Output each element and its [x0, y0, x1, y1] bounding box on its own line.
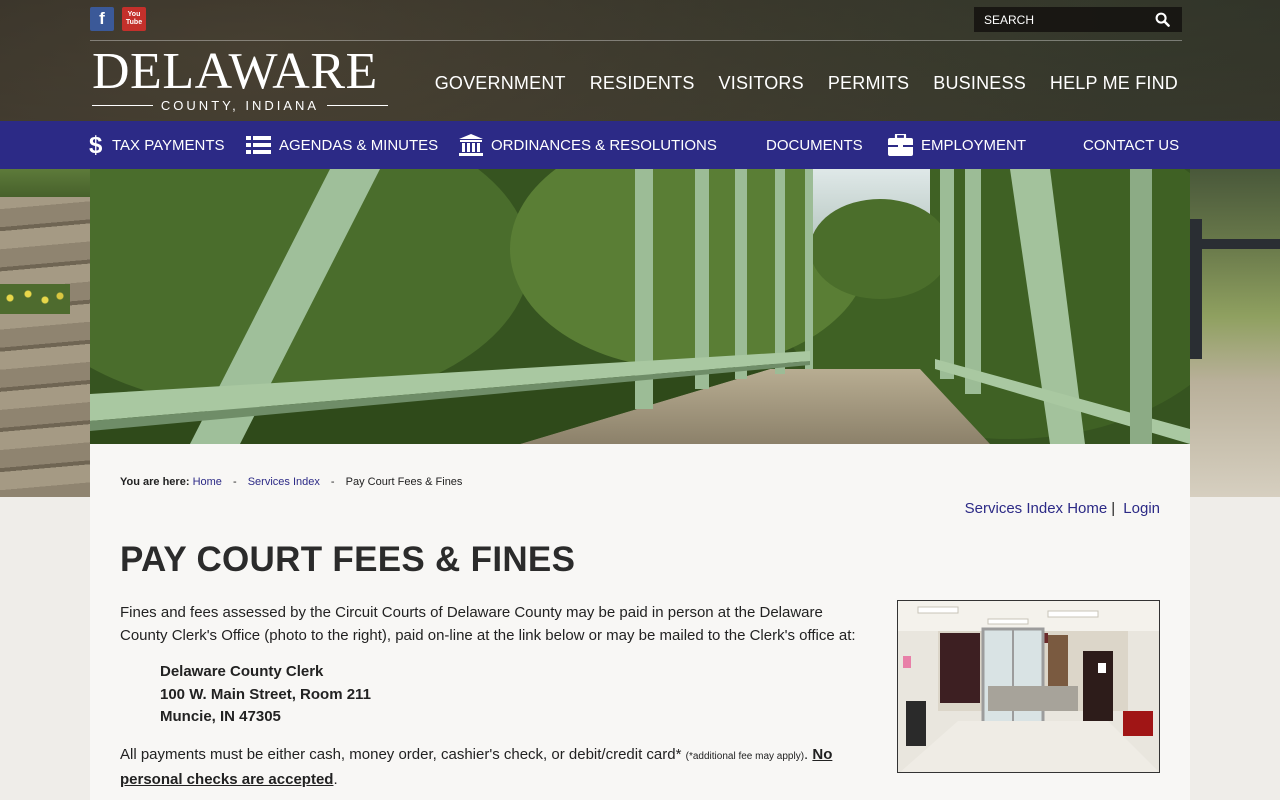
search-box	[974, 7, 1182, 32]
clerk-office-illustration	[898, 601, 1159, 772]
services-index-home-link[interactable]: Services Index Home	[965, 500, 1108, 517]
quick-link-ordinances-resolutions[interactable]: ORDINANCES & RESOLUTIONS	[459, 121, 717, 169]
logo-subtitle: COUNTY, INDIANA	[92, 98, 389, 113]
breadcrumb-home-link[interactable]: Home	[193, 476, 222, 488]
side-photo-right	[1190, 169, 1280, 497]
quick-link-label: CONTACT US	[1083, 136, 1180, 154]
nav-residents[interactable]: RESIDENTS	[590, 73, 695, 94]
header-divider	[90, 40, 1182, 41]
payments-fee-note: (*additional fee may apply)	[685, 750, 805, 762]
quick-link-label: DOCUMENTS	[766, 136, 863, 154]
breadcrumb-separator: -	[330, 476, 335, 488]
nav-help-me-find[interactable]: HELP ME FIND	[1050, 73, 1178, 94]
list-icon	[246, 135, 271, 155]
breadcrumb: You are here: Home - Services Index - Pa…	[120, 476, 462, 488]
logo-rule-right	[327, 105, 389, 106]
page-title: PAY COURT FEES & FINES	[120, 540, 576, 579]
briefcase-icon	[888, 134, 913, 156]
address-line: 100 W. Main Street, Room 211	[160, 685, 371, 703]
payments-end: .	[333, 770, 338, 788]
payments-separator: .	[804, 745, 809, 763]
payments-text: All payments must be either cash, money …	[120, 745, 682, 763]
nav-business[interactable]: BUSINESS	[933, 73, 1026, 94]
quick-link-label: AGENDAS & MINUTES	[279, 136, 439, 154]
dollar-icon: $	[88, 132, 104, 158]
quick-link-label: EMPLOYMENT	[921, 136, 1027, 154]
facebook-icon[interactable]: f	[90, 7, 114, 31]
institution-icon	[459, 134, 483, 156]
logo-rule-left	[92, 105, 153, 106]
quick-link-documents[interactable]: DOCUMENTS	[766, 121, 863, 169]
bridge-illustration	[90, 169, 1190, 444]
social-links: f You Tube	[90, 7, 146, 31]
quick-link-label: ORDINANCES & RESOLUTIONS	[491, 136, 717, 154]
quick-link-agendas-minutes[interactable]: AGENDAS & MINUTES	[246, 121, 438, 169]
county-logo[interactable]: DELAWARE COUNTY, INDIANA	[92, 43, 389, 113]
main-nav: GOVERNMENT RESIDENTS VISITORS PERMITS BU…	[435, 73, 1178, 94]
intro-paragraph: Fines and fees assessed by the Circuit C…	[120, 604, 856, 644]
clerk-address: Delaware County Clerk 100 W. Main Street…	[160, 661, 860, 729]
nav-visitors[interactable]: VISITORS	[719, 73, 804, 94]
utility-separator: |	[1111, 500, 1116, 517]
search-icon[interactable]	[1150, 7, 1174, 32]
search-input[interactable]	[974, 12, 1150, 27]
quick-links-bar: $ TAX PAYMENTS AGENDAS & MINUTES ORDINAN…	[0, 121, 1280, 169]
breadcrumb-current: Pay Court Fees & Fines	[345, 476, 463, 488]
quick-link-tax-payments[interactable]: $ TAX PAYMENTS	[88, 121, 225, 169]
breadcrumb-separator: -	[232, 476, 237, 488]
flowers-decor	[0, 284, 70, 314]
side-photo-left	[0, 169, 90, 497]
payments-paragraph: All payments must be either cash, money …	[120, 743, 860, 791]
quick-link-employment[interactable]: EMPLOYMENT	[888, 121, 1026, 169]
quick-link-label: TAX PAYMENTS	[112, 136, 225, 154]
logo-title: DELAWARE	[92, 43, 378, 100]
login-link[interactable]: Login	[1123, 500, 1160, 517]
breadcrumb-prefix: You are here:	[120, 476, 190, 488]
nav-permits[interactable]: PERMITS	[828, 73, 909, 94]
clerk-office-photo	[897, 600, 1160, 773]
rail-decor	[1190, 239, 1280, 249]
breadcrumb-services-link[interactable]: Services Index	[248, 476, 320, 488]
grass-decor	[0, 169, 90, 197]
logo-subtitle-text: COUNTY, INDIANA	[160, 98, 320, 113]
youtube-icon[interactable]: You Tube	[122, 7, 146, 31]
nav-government[interactable]: GOVERNMENT	[435, 73, 566, 94]
address-line: Muncie, IN 47305	[160, 708, 281, 725]
content-panel: You are here: Home - Services Index - Pa…	[90, 444, 1190, 800]
page-body: Fines and fees assessed by the Circuit C…	[120, 601, 860, 791]
address-line: Delaware County Clerk	[160, 663, 324, 680]
quick-link-contact-us[interactable]: CONTACT US	[1083, 121, 1179, 169]
banner-bridge-photo	[90, 169, 1190, 444]
utility-links: Services Index Home | Login	[965, 500, 1160, 517]
svg-text:$: $	[89, 132, 103, 158]
